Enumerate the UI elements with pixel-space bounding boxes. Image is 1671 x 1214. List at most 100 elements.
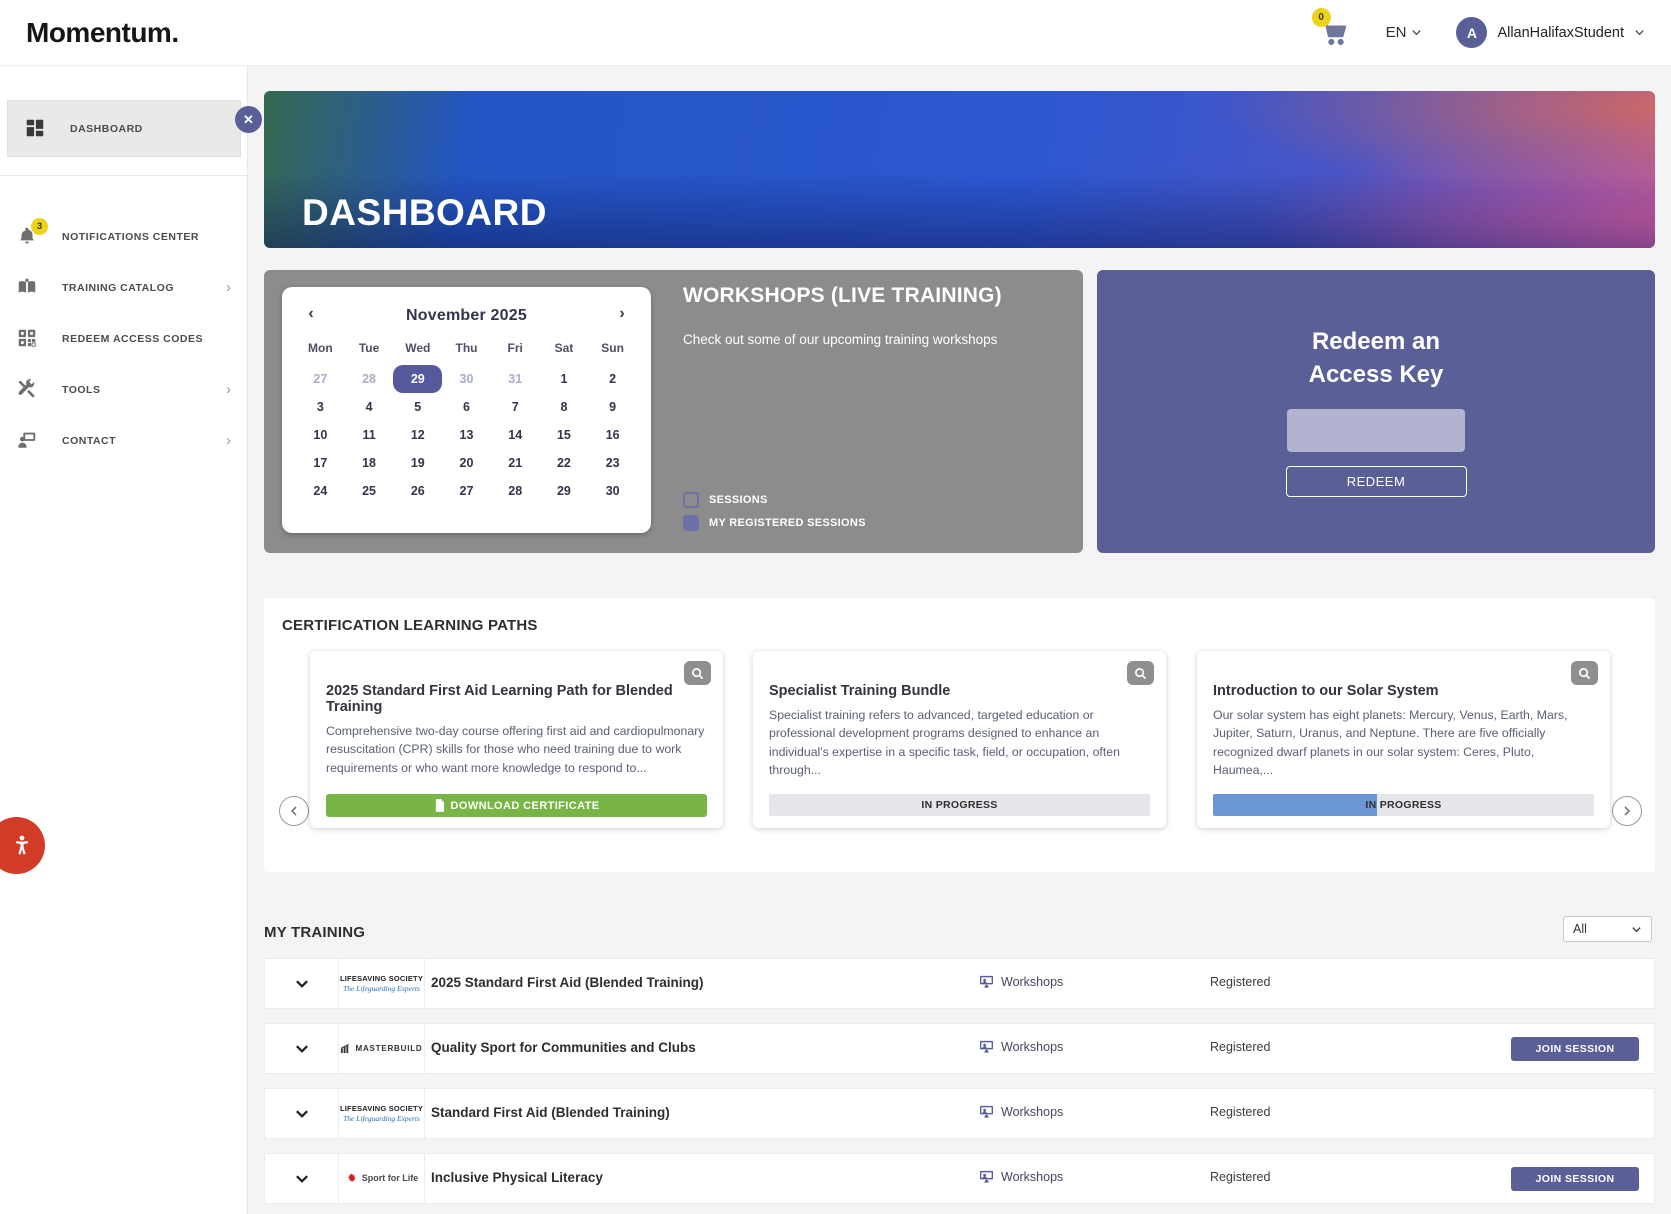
chevron-down-icon: [1634, 27, 1645, 38]
calendar-day[interactable]: 28: [345, 365, 394, 393]
join-session-button[interactable]: JOIN SESSION: [1511, 1167, 1639, 1191]
card-title: Introduction to our Solar System: [1213, 683, 1594, 699]
legend-sessions-swatch: [683, 492, 699, 508]
access-key-input[interactable]: [1287, 409, 1465, 452]
training-row: Sport for Life Inclusive Physical Litera…: [264, 1153, 1655, 1204]
calendar-day[interactable]: 22: [540, 449, 589, 477]
calendar-day[interactable]: 3: [296, 393, 345, 421]
calendar-day[interactable]: 8: [540, 393, 589, 421]
sidebar-item-label: TRAINING CATALOG: [62, 282, 174, 294]
calendar-day[interactable]: 20: [442, 449, 491, 477]
calendar-day[interactable]: 18: [345, 449, 394, 477]
training-row: LIFESAVING SOCIETY The Lifeguarding Expe…: [264, 958, 1655, 1009]
sidebar-close-button[interactable]: ✕: [235, 106, 262, 133]
training-status: Registered: [1210, 1170, 1270, 1184]
contact-desk-icon: [16, 429, 40, 453]
calendar-day[interactable]: 26: [393, 477, 442, 505]
training-title: 2025 Standard First Aid (Blended Trainin…: [431, 975, 704, 990]
calendar-day[interactable]: 27: [442, 477, 491, 505]
calendar-day[interactable]: 16: [588, 421, 637, 449]
calendar-day[interactable]: 21: [491, 449, 540, 477]
join-session-button[interactable]: JOIN SESSION: [1511, 1037, 1639, 1061]
calendar-day[interactable]: 30: [442, 365, 491, 393]
calendar-day[interactable]: 23: [588, 449, 637, 477]
provider-logo-sport-for-life: Sport for Life: [339, 1154, 425, 1203]
main-content: DASHBOARD ‹ November 2025 › MonTueWedThu…: [248, 66, 1671, 1214]
calendar-days-grid: 2728293031123456789101112131415161718192…: [296, 365, 637, 505]
calendar-dayname: Tue: [345, 335, 394, 361]
row-expand-button[interactable]: [265, 1154, 339, 1203]
calendar-day[interactable]: 6: [442, 393, 491, 421]
language-selector[interactable]: EN: [1386, 24, 1423, 41]
calendar-day[interactable]: 11: [345, 421, 394, 449]
row-expand-button[interactable]: [265, 1024, 339, 1073]
chevron-right-icon: ›: [226, 432, 231, 449]
carousel-prev-button[interactable]: [279, 796, 309, 826]
sidebar-item-training-catalog[interactable]: TRAINING CATALOG ›: [0, 262, 247, 313]
calendar-day[interactable]: 30: [588, 477, 637, 505]
book-icon: [16, 276, 40, 300]
row-expand-button[interactable]: [265, 959, 339, 1008]
magnifier-icon[interactable]: [684, 661, 711, 685]
redeem-title: Redeem an Access Key: [1309, 326, 1444, 391]
calendar-day[interactable]: 31: [491, 365, 540, 393]
calendar-dayname: Wed: [393, 335, 442, 361]
chevron-right-icon: ›: [226, 279, 231, 296]
calendar-day[interactable]: 13: [442, 421, 491, 449]
calendar-day[interactable]: 5: [393, 393, 442, 421]
download-certificate-button[interactable]: DOWNLOAD CERTIFICATE: [326, 794, 707, 817]
redeem-access-key-panel: Redeem an Access Key REDEEM: [1097, 270, 1655, 553]
redeem-button[interactable]: REDEEM: [1286, 466, 1467, 497]
calendar-day[interactable]: 24: [296, 477, 345, 505]
dashboard-icon: [24, 117, 48, 141]
calendar-day[interactable]: 2: [588, 365, 637, 393]
calendar-prev-button[interactable]: ‹: [300, 303, 322, 325]
sidebar-item-label: NOTIFICATIONS CENTER: [62, 231, 199, 243]
calendar-day[interactable]: 15: [540, 421, 589, 449]
learning-path-card: Introduction to our Solar System Our sol…: [1197, 651, 1610, 828]
workshop-icon: [979, 1040, 994, 1054]
calendar-day[interactable]: 27: [296, 365, 345, 393]
progress-bar: IN PROGRESS: [1213, 794, 1594, 816]
calendar-day[interactable]: 4: [345, 393, 394, 421]
calendar-dayname: Sat: [540, 335, 589, 361]
sidebar-item-tools[interactable]: TOOLS ›: [0, 364, 247, 415]
sidebar-item-notifications-center[interactable]: 3 NOTIFICATIONS CENTER: [0, 211, 247, 262]
row-expand-button[interactable]: [265, 1089, 339, 1138]
training-type: Workshops: [979, 1170, 1063, 1184]
magnifier-icon[interactable]: [1127, 661, 1154, 685]
calendar-day[interactable]: 29: [393, 365, 442, 393]
calendar-day[interactable]: 28: [491, 477, 540, 505]
training-type: Workshops: [979, 1105, 1063, 1119]
calendar-day[interactable]: 14: [491, 421, 540, 449]
card-description: Our solar system has eight planets: Merc…: [1213, 706, 1594, 780]
cart-button[interactable]: 0: [1318, 16, 1352, 50]
sidebar-item-dashboard[interactable]: DASHBOARD: [7, 100, 241, 157]
calendar-next-button[interactable]: ›: [611, 303, 633, 325]
calendar-daynames: MonTueWedThuFriSatSun: [296, 335, 637, 361]
sidebar: DASHBOARD ✕ 3 NOTIFICATIONS CENTER: [0, 66, 248, 1214]
legend-registered-label: MY REGISTERED SESSIONS: [709, 517, 866, 529]
calendar-day[interactable]: 7: [491, 393, 540, 421]
legend-sessions-label: SESSIONS: [709, 494, 768, 506]
calendar-day[interactable]: 17: [296, 449, 345, 477]
dashboard-banner: DASHBOARD: [264, 91, 1655, 248]
app-logo: Momentum.: [26, 17, 179, 49]
carousel-next-button[interactable]: [1612, 796, 1642, 826]
document-icon: [434, 799, 445, 812]
calendar-day[interactable]: 1: [540, 365, 589, 393]
accessibility-icon: [9, 833, 35, 859]
calendar-day[interactable]: 9: [588, 393, 637, 421]
user-menu[interactable]: A AllanHalifaxStudent: [1456, 17, 1645, 48]
calendar-day[interactable]: 12: [393, 421, 442, 449]
sidebar-item-redeem-access-codes[interactable]: REDEEM ACCESS CODES: [0, 313, 247, 364]
calendar-day[interactable]: 19: [393, 449, 442, 477]
calendar-day[interactable]: 29: [540, 477, 589, 505]
bell-icon: 3: [16, 225, 40, 249]
sidebar-item-label: REDEEM ACCESS CODES: [62, 333, 203, 345]
training-filter-select[interactable]: All: [1563, 916, 1652, 942]
magnifier-icon[interactable]: [1571, 661, 1598, 685]
calendar-day[interactable]: 10: [296, 421, 345, 449]
calendar-day[interactable]: 25: [345, 477, 394, 505]
sidebar-item-contact[interactable]: CONTACT ›: [0, 415, 247, 466]
